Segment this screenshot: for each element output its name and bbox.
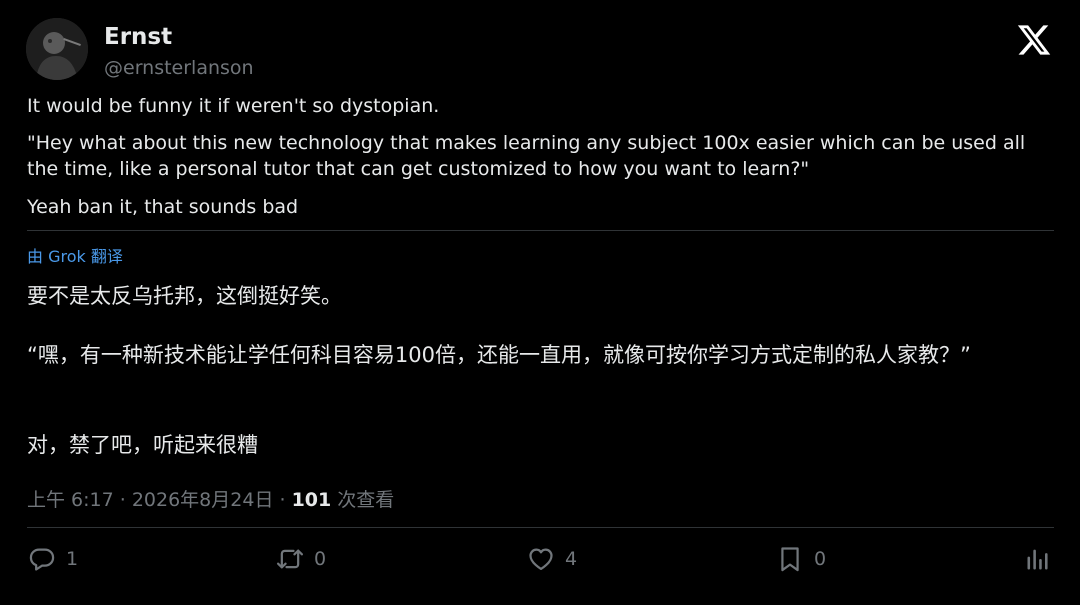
tweet-meta: 上午 6:17 · 2026年8月24日 · 101 次查看 xyxy=(27,487,394,513)
translated-by-grok-link[interactable]: 由 Grok 翻译 xyxy=(27,246,123,268)
translation-line-1: 要不是太反乌托邦，这倒挺好笑。 xyxy=(27,284,342,308)
reply-count: 1 xyxy=(66,548,79,570)
views-analytics-button[interactable] xyxy=(1024,543,1052,575)
avatar[interactable] xyxy=(26,18,88,80)
actions-divider xyxy=(27,527,1054,528)
reply-button[interactable]: 1 xyxy=(28,543,78,575)
bookmark-button[interactable]: 0 xyxy=(776,543,826,575)
like-count: 4 xyxy=(565,548,578,570)
tweet-text-line-2: "Hey what about this new technology that… xyxy=(27,132,1026,180)
analytics-icon xyxy=(1027,549,1048,570)
bookmark-count: 0 xyxy=(814,548,827,570)
repost-count: 0 xyxy=(314,548,327,570)
tweet-timestamp[interactable]: 上午 6:17 · 2026年8月24日 · xyxy=(27,489,292,511)
avatar-photo xyxy=(26,18,88,80)
author-handle[interactable]: @ernsterlanson xyxy=(104,55,254,81)
translation-divider xyxy=(27,230,1054,231)
author-display-name[interactable]: Ernst xyxy=(104,22,172,52)
heart-icon xyxy=(529,548,553,571)
tweet-text-line-3: Yeah ban it, that sounds bad xyxy=(27,196,299,218)
reply-icon xyxy=(29,548,55,571)
translation-line-3: 对，禁了吧，听起来很糟 xyxy=(27,433,258,457)
bookmark-icon xyxy=(781,547,799,572)
x-logo-icon[interactable] xyxy=(1016,22,1052,58)
like-button[interactable]: 4 xyxy=(527,543,577,575)
tweet-text-line-1: It would be funny it if weren't so dysto… xyxy=(27,95,440,117)
repost-button[interactable]: 0 xyxy=(276,543,326,575)
repost-icon xyxy=(276,549,304,569)
views-count: 101 xyxy=(291,489,332,511)
translation-line-2: “嘿，有一种新技术能让学任何科目容易100倍，还能一直用，就像可按你学习方式定制… xyxy=(27,343,971,367)
views-label: 次查看 xyxy=(331,489,395,511)
